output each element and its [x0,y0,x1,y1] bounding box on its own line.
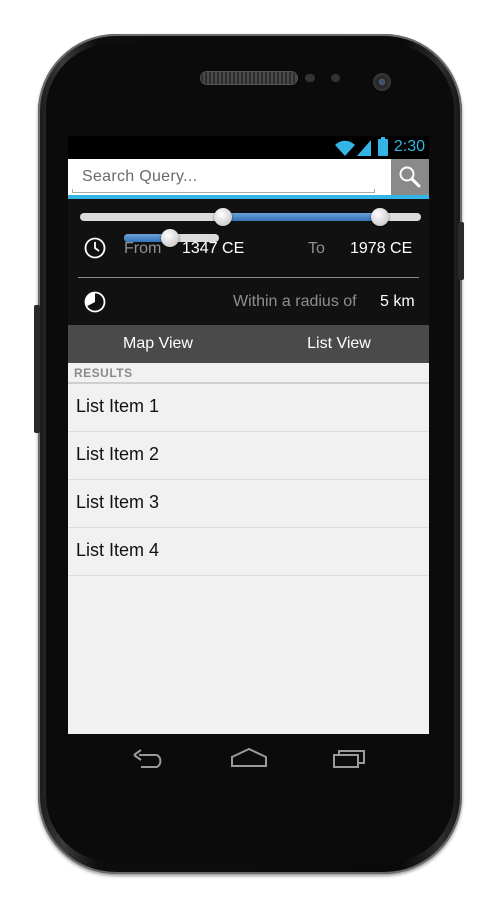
list-item-label: List Item 2 [76,444,160,464]
status-bar: 2:30 [68,136,429,159]
filter-panel: From 1347 CE To 1978 CE Within a radius … [68,199,429,325]
list-item-label: List Item 4 [76,540,160,560]
tab-list-view[interactable]: List View [249,325,429,363]
front-camera [373,73,391,91]
clock-icon [84,237,106,259]
earpiece-speaker [201,72,297,84]
list-item[interactable]: List Item 4 [68,528,429,576]
view-tab-bar: Map View List View [68,325,429,363]
screen: 2:30 From 1347 CE To 1978 CE [68,136,429,734]
radius-value[interactable]: 5 km [380,293,415,311]
results-list: RESULTS List Item 1 List Item 2 List Ite… [68,363,429,734]
wifi-icon [335,140,355,156]
search-underline [72,189,375,193]
to-value[interactable]: 1978 CE [350,240,412,258]
light-sensor [331,74,340,82]
tab-map-view[interactable]: Map View [68,325,248,363]
panel-divider [78,277,419,278]
from-label: From [124,240,162,257]
date-range-slider[interactable] [80,208,421,226]
results-header: RESULTS [74,366,133,380]
to-label: To [308,240,325,257]
volume-button [34,305,40,433]
power-button [458,222,464,280]
date-range-fill [223,213,381,221]
proximity-sensor [305,74,315,82]
status-time: 2:30 [393,138,425,155]
list-item-label: List Item 1 [76,396,160,416]
search-button[interactable] [391,159,429,195]
radius-label: Within a radius of [233,293,357,310]
date-range-low-thumb[interactable] [214,208,233,226]
search-icon [399,166,421,188]
search-bar [68,159,429,195]
home-icon[interactable] [230,746,268,770]
list-item[interactable]: List Item 3 [68,480,429,528]
list-item[interactable]: List Item 1 [68,384,429,432]
list-item[interactable]: List Item 2 [68,432,429,480]
pie-icon [84,291,106,313]
recent-apps-icon[interactable] [332,746,368,770]
search-input[interactable] [70,162,382,192]
radius-slider[interactable] [124,229,219,247]
list-item-label: List Item 3 [76,492,160,512]
radius-thumb[interactable] [160,229,179,247]
battery-icon [378,137,388,156]
back-icon[interactable] [131,746,167,770]
date-range-high-thumb[interactable] [371,208,390,226]
signal-icon [357,140,371,156]
from-value[interactable]: 1347 CE [182,240,244,258]
